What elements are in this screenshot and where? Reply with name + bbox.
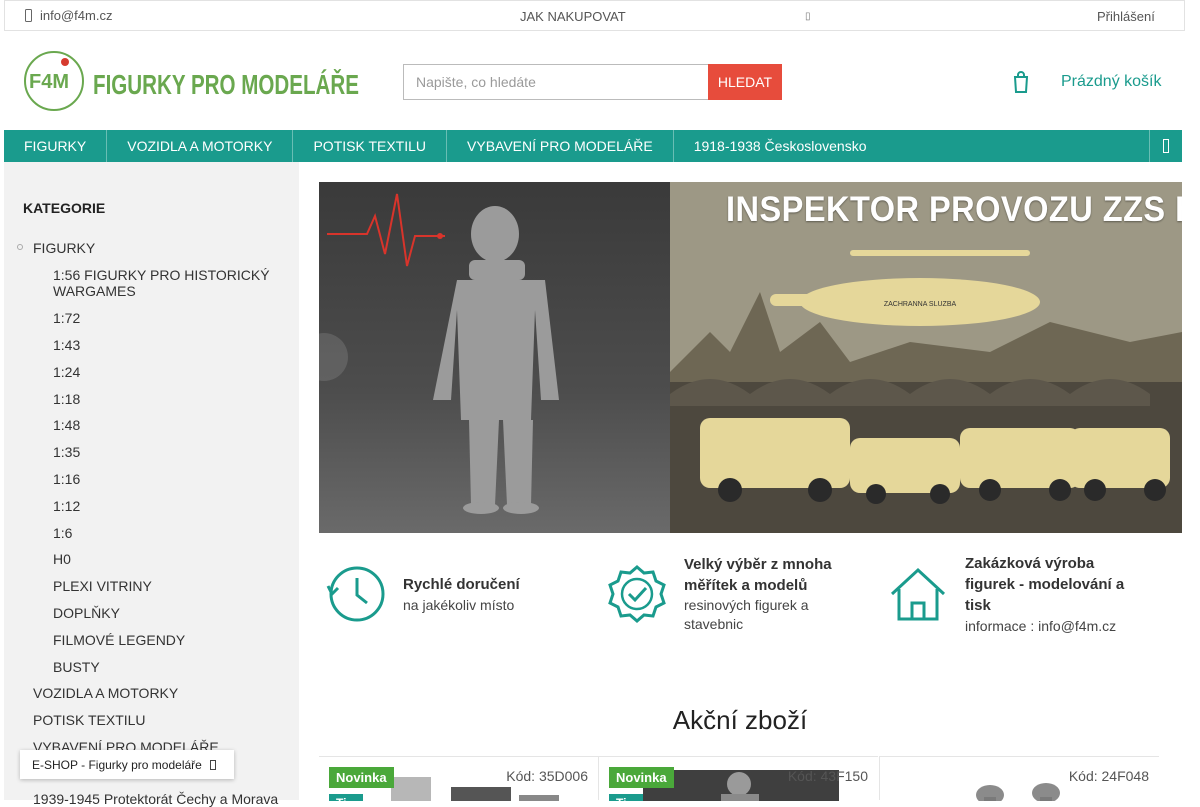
banner-scene-panel: ZACHRANNA SLUZBA INSPEKTOR PROVOZU ZZS H… xyxy=(670,182,1182,533)
sidebar-item-figurky[interactable]: FIGURKY xyxy=(33,240,95,256)
sidebar-item-potisk[interactable]: POTISK TEXTILU xyxy=(33,712,146,728)
sidebar-subitem[interactable]: H0 xyxy=(53,551,283,567)
toast-text: E-SHOP - Figurky pro modeláře xyxy=(32,757,202,772)
logo[interactable]: F4M FIGURKY PRO MODELÁŘE xyxy=(23,50,363,112)
dropdown-icon[interactable]: ▯ xyxy=(805,11,811,22)
hero-banner[interactable]: ZACHRANNA SLUZBA INSPEKTOR PROVOZU ZZS H… xyxy=(319,182,1182,533)
feature-text: na jakékoliv místo xyxy=(403,597,515,613)
sidebar-subitem[interactable]: PLEXI VITRINY xyxy=(53,578,283,594)
feature-text: resinových figurek a stavebnic xyxy=(684,597,809,632)
figure-image xyxy=(327,193,559,514)
feature-title: Rychlé doručení xyxy=(403,576,520,593)
email-link[interactable]: info@f4m.cz xyxy=(25,8,112,23)
phone-icon xyxy=(25,9,32,22)
sidebar-subitem[interactable]: 1:56 FIGURKY PRO HISTORICKÝ WARGAMES xyxy=(53,267,283,299)
sidebar-subitem[interactable]: BUSTY xyxy=(53,659,283,675)
slider-prev-button[interactable] xyxy=(300,333,348,381)
nav-item-1918[interactable]: 1918-1938 Československo xyxy=(674,130,887,162)
product-code: Kód: 24F048 xyxy=(1068,768,1149,784)
logo-mark: F4M xyxy=(29,71,69,93)
cart-icon[interactable] xyxy=(1012,70,1030,94)
badge-check-icon xyxy=(607,564,667,629)
search-button[interactable]: HLEDAT xyxy=(708,64,782,100)
sidebar-subitem[interactable]: DOPLŇKY xyxy=(53,605,283,621)
cart-label[interactable]: Prázdný košík xyxy=(1061,73,1161,91)
menu-toggle-button[interactable] xyxy=(1149,130,1182,162)
top-bar: info@f4m.cz JAK NAKUPOVAT ▯ Přihlášení xyxy=(4,0,1185,31)
clock-icon xyxy=(326,564,386,629)
section-title: Akční zboží xyxy=(672,705,808,735)
product-card[interactable]: Kód: 24F048 xyxy=(880,756,1159,801)
close-icon[interactable] xyxy=(209,759,216,770)
scene-image: ZACHRANNA SLUZBA xyxy=(670,182,1182,533)
product-code: Kód: 43F150 xyxy=(787,768,868,784)
feature-title: Velký výběr z mnoha měřítek a modelů xyxy=(684,556,832,594)
main-nav: FIGURKY VOZIDLA A MOTORKY POTISK TEXTILU… xyxy=(4,130,1182,162)
product-card[interactable]: Novinka Ti Kód: 35D006 xyxy=(319,756,598,801)
sidebar-subitem[interactable]: 1:48 xyxy=(53,417,283,433)
sidebar-subitem[interactable]: 1:43 xyxy=(53,337,283,353)
badge-new: Novinka xyxy=(329,767,394,788)
search-input[interactable] xyxy=(403,64,709,100)
product-code: Kód: 35D006 xyxy=(506,768,588,784)
banner-headline: INSPEKTOR PROVOZU ZZS HMP xyxy=(726,190,1182,229)
category-sidebar: KATEGORIE FIGURKY 1:56 FIGURKY PRO HISTO… xyxy=(4,162,299,807)
nav-item-potisk[interactable]: POTISK TEXTILU xyxy=(293,130,448,162)
home-icon xyxy=(888,564,948,629)
sidebar-subitem[interactable]: 1:18 xyxy=(53,391,283,407)
sidebar-heading: KATEGORIE xyxy=(23,200,106,216)
nav-item-vybaveni[interactable]: VYBAVENÍ PRO MODELÁŘE xyxy=(447,130,674,162)
sidebar-subitem[interactable]: FILMOVÉ LEGENDY xyxy=(53,632,283,648)
feature-text[interactable]: informace : info@f4m.cz xyxy=(965,617,1116,636)
badge-new: Novinka xyxy=(609,767,674,788)
how-to-buy-link[interactable]: JAK NAKUPOVAT xyxy=(520,9,626,24)
feature-title: Zakázková výroba figurek - modelování a … xyxy=(965,555,1125,614)
sidebar-subitem[interactable]: 1:12 xyxy=(53,498,283,514)
banner-figure-panel xyxy=(319,182,670,533)
email-text: info@f4m.cz xyxy=(40,8,113,23)
sidebar-subitem[interactable]: 1:16 xyxy=(53,471,283,487)
bullet-icon xyxy=(17,244,23,250)
logo-text: FIGURKY PRO MODELÁŘE xyxy=(93,69,359,100)
heli-text: ZACHRANNA SLUZBA xyxy=(884,301,957,308)
sidebar-subitem[interactable]: 1:6 xyxy=(53,525,283,541)
login-link[interactable]: Přihlášení xyxy=(1097,9,1155,24)
sidebar-subitem[interactable]: 1:35 xyxy=(53,444,283,460)
product-card[interactable]: Novinka Ti Kód: 43F150 xyxy=(599,756,878,801)
sidebar-subitem[interactable]: 1:24 xyxy=(53,364,283,380)
sidebar-subitem[interactable]: 1:72 xyxy=(53,310,283,326)
menu-icon xyxy=(1163,139,1169,153)
nav-item-figurky[interactable]: FIGURKY xyxy=(4,130,108,162)
sidebar-item-vozidla[interactable]: VOZIDLA A MOTORKY xyxy=(33,685,178,701)
sidebar-item-1939[interactable]: 1939-1945 Protektorát Čechy a Morava xyxy=(33,791,278,807)
nav-item-vozidla[interactable]: VOZIDLA A MOTORKY xyxy=(107,130,294,162)
shop-toast[interactable]: E-SHOP - Figurky pro modeláře xyxy=(20,750,234,779)
